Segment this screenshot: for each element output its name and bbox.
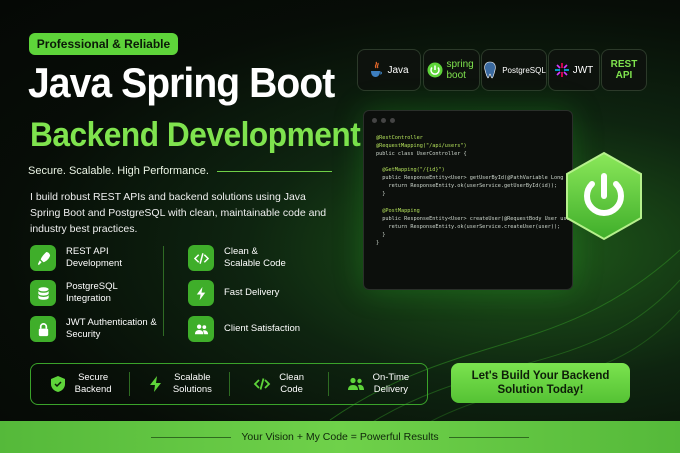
code-icon bbox=[253, 378, 271, 390]
feature-label: PostgreSQL Integration bbox=[66, 280, 118, 304]
page-title: Java Spring Boot bbox=[28, 59, 335, 106]
code-line: } bbox=[376, 191, 386, 198]
footer-line-left bbox=[151, 436, 232, 438]
code-window: @RestController @RequestMapping("/api/use… bbox=[363, 110, 582, 290]
code-block: @RestController @RequestMapping("/api/use… bbox=[376, 134, 582, 247]
users-icon bbox=[347, 377, 364, 390]
lightning-icon bbox=[149, 376, 161, 392]
highlight-label: Clean Code bbox=[279, 372, 305, 395]
rest-label: REST API bbox=[610, 59, 638, 81]
highlight-label: Secure Backend bbox=[74, 372, 112, 395]
users-icon bbox=[188, 316, 214, 342]
tech-jwt: JWT bbox=[548, 49, 600, 91]
feature-label: Clean & Scalable Code bbox=[224, 245, 286, 269]
code-line: public ResponseEntity<User> createUser(@… bbox=[376, 215, 583, 222]
feature-rest-api: REST API Development bbox=[30, 245, 132, 271]
tech-java: Java bbox=[357, 49, 421, 91]
highlight-secure: Secure Backend bbox=[31, 372, 129, 396]
feature-label: Fast Delivery bbox=[224, 286, 280, 298]
feature-client-satisfaction: Client Satisfaction bbox=[188, 316, 300, 342]
highlight-label: On-Time Delivery bbox=[372, 372, 410, 395]
footer-line-right bbox=[448, 436, 529, 438]
page-subtitle: Backend Development bbox=[30, 116, 361, 154]
feature-clean-code: Clean & Scalable Code bbox=[188, 245, 294, 271]
cta-button[interactable]: Let's Build Your Backend Solution Today! bbox=[451, 363, 630, 403]
code-line: } bbox=[376, 239, 380, 246]
java-cup-icon bbox=[371, 61, 383, 77]
postgres-label: PostgreSQL bbox=[502, 65, 546, 75]
java-label: Java bbox=[387, 64, 409, 76]
features-divider bbox=[163, 246, 164, 336]
feature-label: Client Satisfaction bbox=[224, 322, 301, 334]
tech-postgresql: PostgreSQL bbox=[481, 49, 547, 91]
database-icon bbox=[30, 280, 56, 306]
code-line: @GetMapping("/{id}") bbox=[376, 167, 445, 174]
spring-label: spring boot bbox=[446, 59, 474, 81]
code-line: return ResponseEntity.ok(userService.get… bbox=[376, 183, 558, 190]
rocket-icon bbox=[30, 245, 56, 271]
tagline: Secure. Scalable. High Performance. bbox=[28, 165, 332, 177]
window-dots bbox=[372, 118, 395, 123]
feature-postgresql: PostgreSQL Integration bbox=[30, 280, 132, 306]
footer-banner: Your Vision + My Code = Powerful Results bbox=[0, 421, 680, 453]
highlights-box: Secure Backend Scalable Solutions Clean Cod… bbox=[30, 363, 428, 405]
elephant-icon bbox=[484, 61, 496, 79]
code-line: @RequestMapping("/api/users") bbox=[376, 143, 467, 150]
highlight-clean-code: Clean Code bbox=[228, 372, 328, 396]
feature-fast-delivery: Fast Delivery bbox=[188, 280, 279, 306]
spring-hex-icon bbox=[566, 151, 642, 241]
cta-line1: Let's Build Your Backend bbox=[471, 369, 610, 382]
lock-icon bbox=[30, 316, 56, 342]
code-icon bbox=[188, 245, 214, 271]
feature-label: JWT Authentication & Security bbox=[66, 316, 157, 340]
tagline-text: Secure. Scalable. High Performance. bbox=[28, 165, 209, 177]
jwt-label: JWT bbox=[572, 64, 594, 76]
code-line: @PostMapping bbox=[376, 207, 420, 214]
code-line: @RestController bbox=[376, 135, 423, 141]
tagline-divider bbox=[216, 170, 332, 172]
jwt-star-icon bbox=[554, 63, 569, 77]
feature-jwt: JWT Authentication & Security bbox=[30, 316, 158, 342]
tech-spring-boot: spring boot bbox=[423, 49, 480, 91]
feature-label: REST API Development bbox=[66, 245, 122, 269]
code-line: return ResponseEntity.ok(userService.cre… bbox=[376, 223, 561, 230]
highlight-scalable: Scalable Solutions bbox=[129, 372, 228, 396]
highlight-on-time: On-Time Delivery bbox=[327, 372, 427, 396]
highlight-label: Scalable Solutions bbox=[172, 372, 212, 395]
code-line: public class UserController { bbox=[376, 151, 467, 158]
code-line: } bbox=[376, 231, 386, 238]
spring-power-icon bbox=[427, 62, 442, 78]
lightning-icon bbox=[188, 280, 214, 306]
cta-line2: Solution Today! bbox=[497, 384, 584, 396]
description: I build robust REST APIs and backend sol… bbox=[30, 191, 327, 235]
professional-badge: Professional & Reliable bbox=[29, 33, 178, 55]
code-line: public ResponseEntity<User> getUserById(… bbox=[376, 175, 583, 182]
tech-rest-api: REST API bbox=[601, 49, 647, 91]
shield-icon bbox=[50, 376, 65, 392]
footer-text: Your Vision + My Code = Powerful Results bbox=[241, 431, 439, 443]
